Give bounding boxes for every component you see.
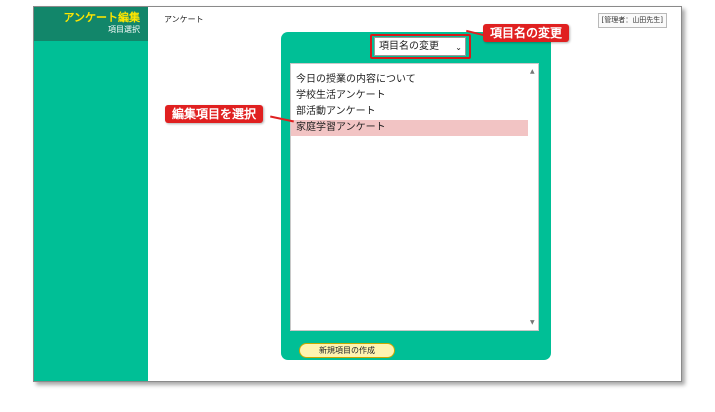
list-item[interactable]: 部活動アンケート	[291, 104, 529, 120]
sidebar-header: アンケート編集 項目選択	[34, 7, 148, 41]
list-item-selected[interactable]: 家庭学習アンケート	[291, 120, 529, 136]
callout-select-item: 編集項目を選択	[165, 105, 264, 123]
action-select[interactable]: 項目名の変更 ⌄	[374, 37, 466, 56]
list-scrollbar[interactable]: ▲ ▼	[528, 64, 538, 330]
callout-rename: 項目名の変更	[483, 24, 570, 42]
scroll-down-icon[interactable]: ▼	[530, 319, 535, 326]
app-window: アンケート編集 項目選択 アンケート [管理者：山田先生] 項目名の変更 ⌄ 今…	[33, 6, 682, 382]
sidebar-subtitle: 項目選択	[108, 25, 140, 34]
list-item[interactable]: 学校生活アンケート	[291, 88, 529, 104]
admin-badge: [管理者：山田先生]	[597, 13, 667, 28]
item-panel: 項目名の変更 ⌄ 今日の授業の内容について 学校生活アンケート 部活動アンケート…	[281, 32, 551, 360]
sidebar: アンケート編集 項目選択	[34, 7, 148, 381]
sidebar-title: アンケート編集	[63, 11, 140, 24]
page-title: アンケート	[164, 15, 204, 24]
create-item-button[interactable]: 新規項目の作成	[299, 343, 395, 358]
action-select-value: 項目名の変更	[379, 41, 439, 52]
chevron-down-icon: ⌄	[455, 43, 462, 52]
item-listbox[interactable]: 今日の授業の内容について 学校生活アンケート 部活動アンケート 家庭学習アンケー…	[290, 63, 539, 331]
list-item[interactable]: 今日の授業の内容について	[291, 72, 529, 88]
scroll-up-icon[interactable]: ▲	[530, 68, 535, 75]
